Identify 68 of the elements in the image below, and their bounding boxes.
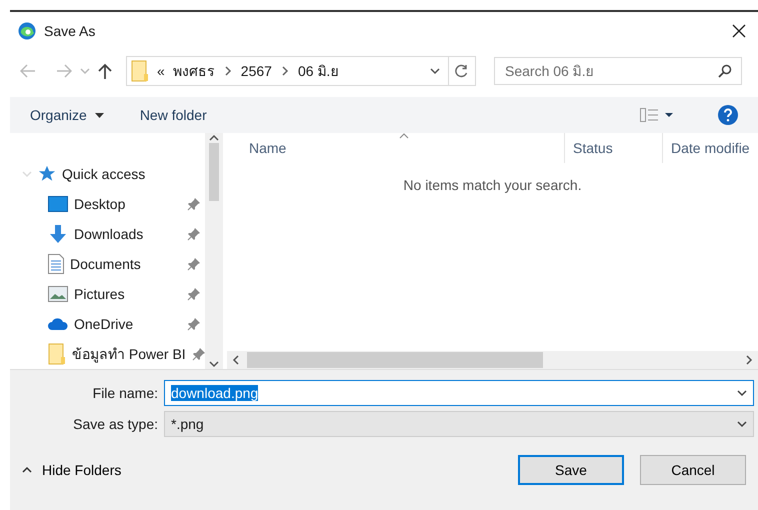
scrollbar-thumb[interactable] bbox=[209, 142, 219, 201]
field-label: File name: bbox=[92, 385, 159, 402]
breadcrumb[interactable]: 2567 bbox=[240, 63, 272, 80]
file-type-dropdown[interactable]: *.png bbox=[164, 411, 754, 438]
column-header[interactable]: Date modifie bbox=[663, 132, 758, 163]
collapse-caret-icon bbox=[22, 168, 32, 179]
dialog-button[interactable]: Save bbox=[518, 454, 624, 485]
window-title: Save As bbox=[44, 22, 96, 39]
cloud-icon bbox=[48, 318, 68, 330]
sidebar-item[interactable]: Quick access bbox=[62, 166, 205, 182]
caret-icon bbox=[22, 464, 32, 475]
breadcrumb[interactable]: พงศธร bbox=[172, 60, 215, 82]
vertical-scrollbar[interactable] bbox=[205, 132, 223, 369]
sidebar-item[interactable]: Desktop bbox=[74, 196, 181, 212]
dropdown-caret-icon bbox=[737, 388, 747, 398]
document-icon bbox=[48, 254, 64, 274]
dropdown-caret-icon bbox=[737, 419, 747, 430]
forward-icon[interactable] bbox=[56, 64, 72, 78]
browser-logo-icon bbox=[18, 22, 36, 40]
scroll-left-icon bbox=[231, 354, 241, 365]
back-icon[interactable] bbox=[20, 64, 36, 78]
column-header[interactable]: Status bbox=[565, 132, 663, 163]
pin-icon[interactable] bbox=[187, 316, 201, 331]
address-bar[interactable]: « พงศธร 2567 06 มิ.ย bbox=[126, 56, 476, 86]
recent-caret-icon bbox=[80, 66, 90, 76]
breadcrumb-separator-icon bbox=[222, 66, 233, 76]
search-field[interactable]: Search 06 มิ.ย bbox=[494, 57, 742, 86]
caret-icon bbox=[94, 112, 104, 118]
pin-icon[interactable] bbox=[192, 346, 206, 361]
hide-folders-button[interactable]: Hide Folders bbox=[22, 462, 518, 478]
up-arrow-icon[interactable] bbox=[98, 63, 112, 80]
overflow-crumb[interactable]: « bbox=[157, 63, 165, 80]
sidebar-item[interactable]: Pictures bbox=[74, 286, 181, 302]
menu-button[interactable]: Organize bbox=[30, 107, 104, 124]
down-arrow-icon bbox=[48, 224, 68, 244]
sidebar-item[interactable]: OneDrive bbox=[74, 316, 181, 332]
pin-icon[interactable] bbox=[187, 256, 201, 271]
field-label: Save as type: bbox=[72, 416, 159, 432]
scroll-down-icon bbox=[209, 358, 219, 369]
pin-icon[interactable] bbox=[187, 226, 201, 241]
help-icon[interactable] bbox=[718, 105, 738, 126]
empty-message: No items match your search. bbox=[403, 176, 582, 193]
monitor-icon bbox=[48, 196, 68, 212]
scroll-up-icon bbox=[209, 132, 219, 143]
pin-icon[interactable] bbox=[187, 286, 201, 301]
sidebar-item[interactable]: ข้อมูลทำ Power BI bbox=[72, 342, 186, 365]
close-icon[interactable] bbox=[732, 24, 746, 38]
sort-caret-icon bbox=[399, 132, 409, 139]
file-name-field[interactable]: download.png bbox=[164, 380, 754, 406]
folder-icon bbox=[131, 60, 149, 82]
breadcrumb[interactable]: 06 มิ.ย bbox=[298, 60, 338, 82]
breadcrumb-separator-icon bbox=[280, 66, 290, 76]
image-icon bbox=[48, 286, 68, 302]
scrollbar-thumb[interactable] bbox=[247, 352, 543, 368]
scroll-right-icon bbox=[744, 354, 754, 365]
sidebar-item[interactable]: Downloads bbox=[74, 226, 181, 242]
refresh-icon[interactable] bbox=[455, 64, 469, 78]
horizontal-scrollbar[interactable] bbox=[227, 350, 758, 369]
dropdown-caret-icon bbox=[430, 66, 440, 76]
dialog-button[interactable]: Cancel bbox=[640, 454, 746, 485]
sidebar-item[interactable]: Documents bbox=[70, 256, 181, 272]
folder-icon bbox=[48, 342, 66, 365]
view-options-icon[interactable] bbox=[640, 108, 674, 122]
pin-icon[interactable] bbox=[187, 196, 201, 211]
column-header[interactable]: Name bbox=[227, 132, 565, 163]
toolbar-button[interactable]: New folder bbox=[140, 107, 207, 124]
search-icon[interactable] bbox=[718, 64, 732, 78]
star-icon bbox=[38, 164, 56, 183]
